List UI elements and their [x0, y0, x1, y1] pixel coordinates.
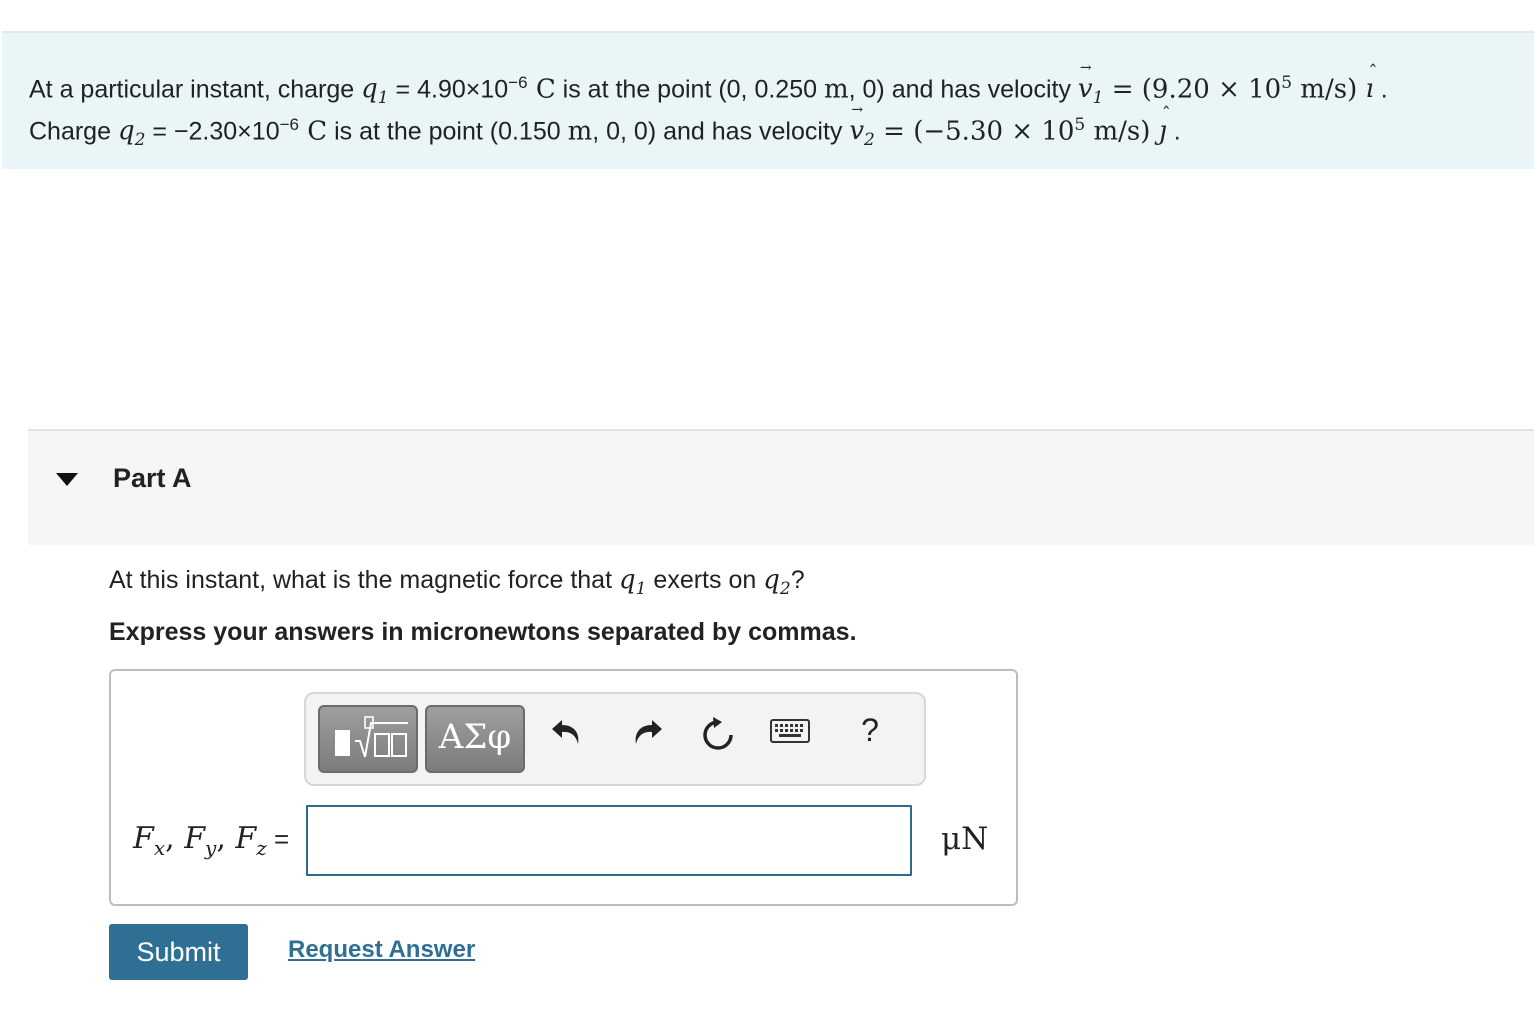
problem-line-1: At a particular instant, charge q1 = 4.9…: [29, 60, 1388, 109]
part-title: Part A: [113, 463, 192, 493]
exponent: −6: [508, 73, 528, 92]
reset-icon[interactable]: [698, 714, 738, 754]
velocity-unit: m/s): [1085, 116, 1159, 147]
equals: =: [1103, 74, 1142, 105]
unit-label: μN: [941, 821, 989, 857]
text: , 0, 0) and has velocity: [592, 117, 850, 146]
text: , 0) and has velocity: [848, 75, 1078, 104]
redo-icon[interactable]: [626, 714, 666, 754]
answer-label: Fx, Fy, Fz =: [133, 821, 290, 860]
exponent: 5: [1074, 115, 1086, 135]
answer-box: ΑΣφ ? Fx, Fy, Fz = μN: [109, 669, 1018, 906]
problem-line-2: Charge q2 = −2.30×10−6 C is at the point…: [29, 102, 1181, 151]
velocity-unit: m/s): [1292, 74, 1366, 105]
unit-vector-i: ı: [1365, 62, 1377, 104]
exponent: 5: [1281, 73, 1293, 93]
text: Charge: [29, 117, 118, 146]
velocity-value: (9.20 × 10: [1141, 74, 1282, 105]
templates-button[interactable]: [318, 705, 418, 773]
request-answer-link[interactable]: Request Answer: [288, 936, 475, 964]
submit-button[interactable]: Submit: [109, 924, 248, 980]
equals: =: [874, 116, 914, 147]
unit: m: [823, 74, 849, 105]
unit: C: [298, 116, 328, 147]
unit: m: [567, 116, 593, 147]
math-toolbar: ΑΣφ ?: [304, 692, 926, 786]
charge-symbol: q2: [117, 116, 146, 151]
text: = −2.30×10: [145, 117, 280, 146]
text: is at the point (0, 0.250: [555, 75, 824, 104]
greek-letters-icon: ΑΣφ: [438, 717, 512, 757]
keyboard-icon[interactable]: [770, 718, 810, 758]
part-a-header[interactable]: Part A: [28, 429, 1534, 545]
velocity-vector-symbol: v1: [1078, 60, 1104, 108]
undo-icon[interactable]: [548, 714, 588, 754]
text: = 4.90×10: [388, 75, 509, 104]
unit: C: [527, 74, 556, 105]
greek-letters-button[interactable]: ΑΣφ: [425, 705, 525, 773]
charge-symbol: q1: [361, 74, 389, 109]
question-text: At this instant, what is the magnetic fo…: [109, 565, 805, 600]
velocity-value: (−5.30 × 10: [913, 116, 1075, 147]
problem-statement: At a particular instant, charge q1 = 4.9…: [2, 31, 1534, 169]
answer-input[interactable]: [306, 805, 912, 876]
text: is at the point (0.150: [327, 117, 568, 146]
answer-instruction: Express your answers in micronewtons sep…: [109, 618, 857, 646]
collapse-caret-icon[interactable]: [56, 473, 78, 486]
help-icon[interactable]: ?: [850, 712, 890, 752]
velocity-vector-symbol: v2: [849, 102, 875, 150]
exponent: −6: [279, 115, 299, 134]
templates-icon: [335, 716, 408, 758]
text: At a particular instant, charge: [29, 75, 362, 104]
unit-vector-j: ȷ: [1159, 104, 1171, 146]
